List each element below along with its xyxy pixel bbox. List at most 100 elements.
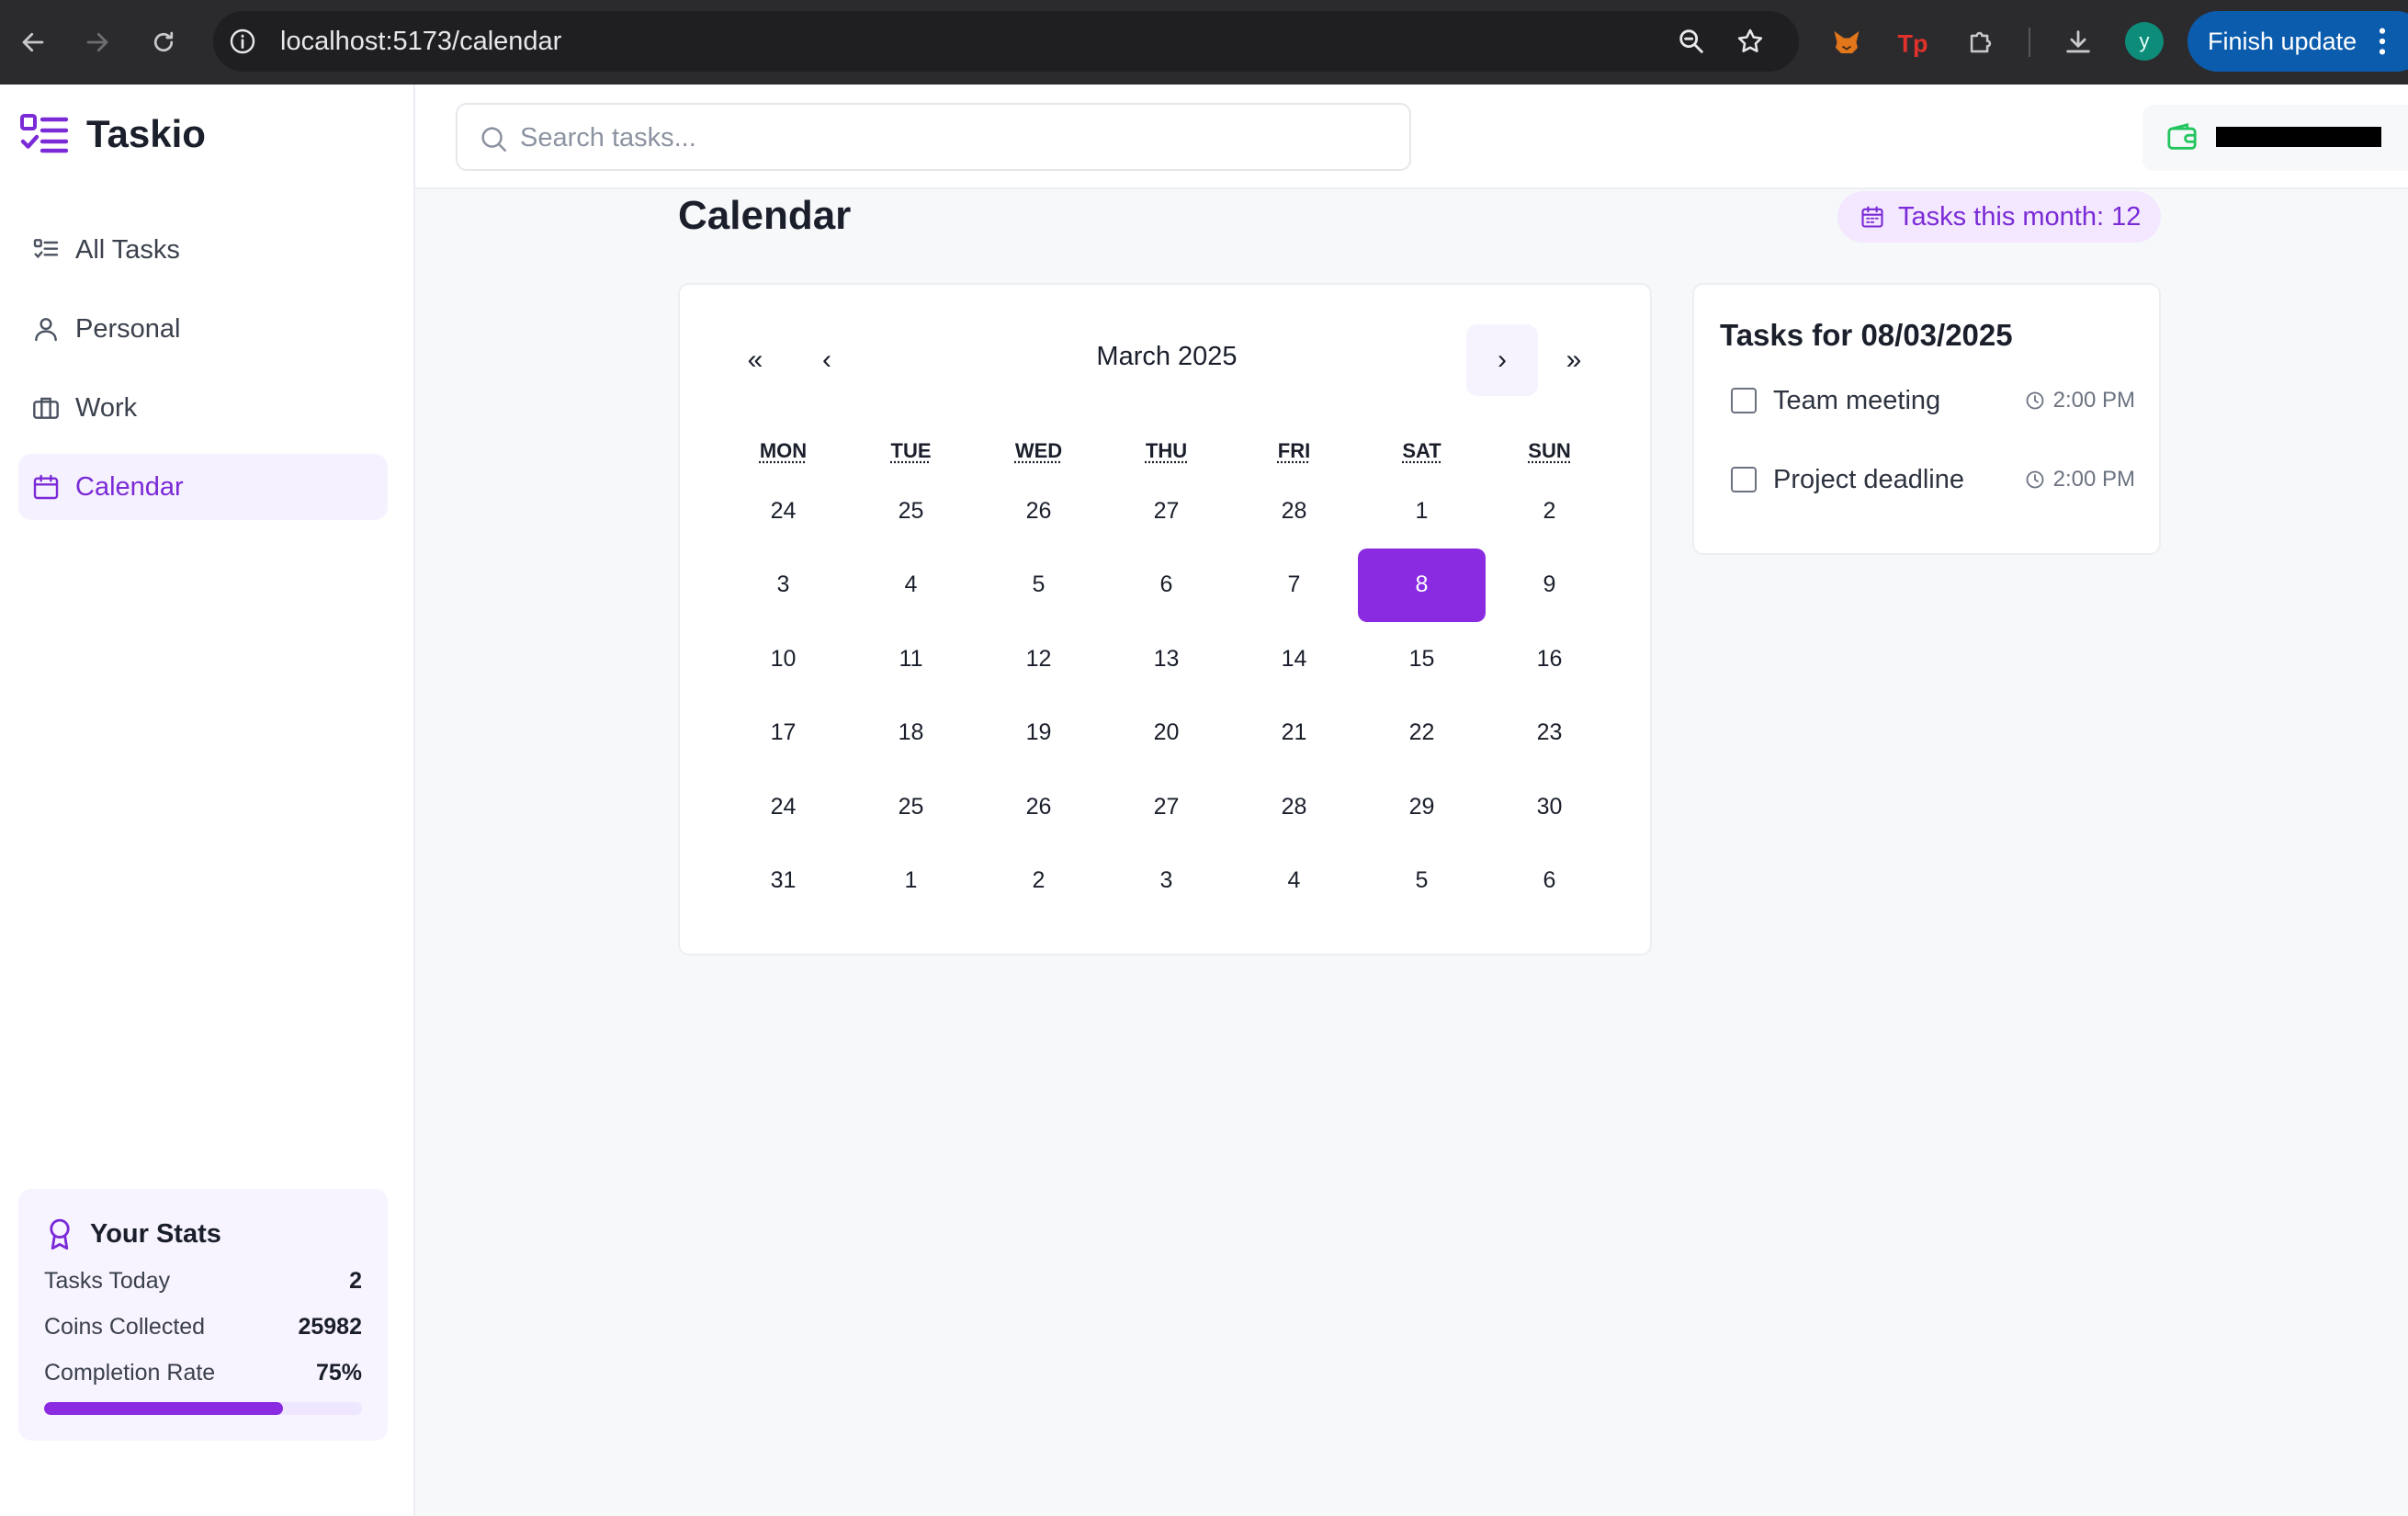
calendar-day[interactable]: 21: [1230, 696, 1358, 770]
app-logo[interactable]: Taskio: [20, 112, 206, 156]
calendar-day-selected[interactable]: 8: [1358, 548, 1486, 622]
stat-value: 25982: [298, 1314, 362, 1340]
sidebar-item-personal[interactable]: Personal: [18, 296, 388, 362]
next-month-button[interactable]: ›: [1466, 324, 1538, 396]
downloads-icon[interactable]: [2056, 20, 2100, 64]
calendar-day[interactable]: 23: [1486, 696, 1613, 770]
bookmark-star-icon[interactable]: [1735, 26, 1766, 57]
weekday-label: SAT: [1402, 439, 1441, 462]
calendar-day[interactable]: 18: [847, 696, 975, 770]
calendar-day[interactable]: 24: [719, 474, 847, 548]
sidebar-item-label: Personal: [75, 313, 181, 344]
page-title: Calendar: [678, 193, 852, 238]
svg-text:Tp: Tp: [1898, 30, 1928, 58]
calendar-day[interactable]: 27: [1102, 474, 1230, 548]
clock-icon: [2026, 470, 2044, 489]
calendar-day[interactable]: 16: [1486, 622, 1613, 696]
stat-completion-rate: Completion Rate 75%: [44, 1360, 362, 1386]
list-checks-icon: [33, 239, 59, 259]
sidebar-item-calendar[interactable]: Calendar: [18, 454, 388, 520]
calendar-day[interactable]: 30: [1486, 770, 1613, 843]
stat-tasks-today: Tasks Today 2: [44, 1268, 362, 1295]
weekday-label: SUN: [1528, 439, 1571, 462]
puzzle-extensions-icon[interactable]: [1959, 20, 2003, 64]
calendar-day[interactable]: 13: [1102, 622, 1230, 696]
back-button[interactable]: [13, 22, 53, 62]
calendar-day[interactable]: 29: [1358, 770, 1486, 843]
zoom-icon[interactable]: [1676, 26, 1707, 57]
arrow-left-icon: [22, 32, 44, 52]
user-icon: [35, 318, 57, 342]
address-bar[interactable]: localhost:5173/calendar: [213, 11, 1799, 72]
calendar-day[interactable]: 20: [1102, 696, 1230, 770]
calendar-day[interactable]: 27: [1102, 770, 1230, 843]
search-box[interactable]: [456, 103, 1411, 171]
calendar-day[interactable]: 14: [1230, 622, 1358, 696]
finish-update-button[interactable]: Finish update: [2188, 11, 2408, 72]
task-item[interactable]: Project deadline 2:00 PM: [1731, 459, 2135, 500]
task-time-text: 2:00 PM: [2052, 467, 2135, 492]
calendar-day[interactable]: 5: [975, 549, 1102, 622]
weekday-label: MON: [759, 439, 808, 462]
calendar-day[interactable]: 26: [975, 474, 1102, 548]
finish-update-label: Finish update: [2208, 27, 2357, 55]
calendar-day[interactable]: 11: [847, 622, 975, 696]
calendar-day[interactable]: 3: [1102, 844, 1230, 918]
task-checkbox[interactable]: [1731, 467, 1757, 492]
task-item[interactable]: Team meeting 2:00 PM: [1731, 380, 2135, 421]
calendar-day[interactable]: 4: [847, 549, 975, 622]
calendar-day[interactable]: 26: [975, 770, 1102, 843]
calendar-day[interactable]: 7: [1230, 549, 1358, 622]
calendar-day[interactable]: 4: [1230, 844, 1358, 918]
calendar-day[interactable]: 25: [847, 770, 975, 843]
task-checkbox[interactable]: [1731, 388, 1757, 413]
toolbar-divider: [2029, 28, 2030, 57]
url-text: localhost:5173/calendar: [280, 26, 562, 56]
taskio-logo-icon: [20, 114, 68, 153]
sidebar-item-label: All Tasks: [75, 234, 180, 265]
tp-extension-icon[interactable]: Tp: [1891, 20, 1935, 64]
calendar-day[interactable]: 1: [1358, 474, 1486, 548]
sidebar-item-all-tasks[interactable]: All Tasks: [18, 217, 388, 283]
calendar-day[interactable]: 2: [1486, 474, 1613, 548]
sidebar-item-label: Calendar: [75, 471, 184, 502]
search-input[interactable]: [520, 118, 1384, 158]
wallet-balance[interactable]: [2142, 105, 2408, 171]
sidebar-item-work[interactable]: Work: [18, 375, 388, 441]
clock-icon: [2026, 391, 2044, 410]
calendar-day[interactable]: 17: [719, 696, 847, 770]
reload-button[interactable]: [143, 22, 184, 62]
calendar-day[interactable]: 19: [975, 696, 1102, 770]
briefcase-icon: [33, 397, 59, 419]
tasks-this-month-badge: Tasks this month: 12: [1837, 191, 2161, 243]
calendar-day[interactable]: 3: [719, 549, 847, 622]
calendar-day[interactable]: 28: [1230, 474, 1358, 548]
calendar-day[interactable]: 24: [719, 770, 847, 843]
calendar-day[interactable]: 6: [1102, 549, 1230, 622]
stat-value: 2: [349, 1268, 362, 1294]
calendar-day[interactable]: 22: [1358, 696, 1486, 770]
profile-avatar[interactable]: y: [2125, 22, 2164, 61]
calendar-day[interactable]: 31: [719, 844, 847, 918]
weekday-label: WED: [1014, 439, 1063, 462]
completion-progress-fill: [44, 1402, 283, 1415]
calendar-day[interactable]: 5: [1358, 844, 1486, 918]
calendar-day[interactable]: 6: [1486, 844, 1613, 918]
calendar-day[interactable]: 12: [975, 622, 1102, 696]
calendar-day[interactable]: 15: [1358, 622, 1486, 696]
forward-button[interactable]: [77, 22, 118, 62]
calendar-day[interactable]: 1: [847, 844, 975, 918]
site-info-icon[interactable]: [228, 27, 257, 56]
calendar-day[interactable]: 2: [975, 844, 1102, 918]
fox-extension-icon[interactable]: [1825, 20, 1869, 64]
calendar-day[interactable]: 25: [847, 474, 975, 548]
tasks-for-day-panel: Tasks for 08/03/2025 Team meeting 2:00 P…: [1692, 283, 2161, 555]
calendar-day[interactable]: 10: [719, 622, 847, 696]
search-icon: [481, 127, 507, 153]
calendar-day[interactable]: 28: [1230, 770, 1358, 843]
calendar-day[interactable]: 9: [1486, 549, 1613, 622]
next-year-button[interactable]: »: [1538, 324, 1610, 396]
browser-toolbar: localhost:5173/calendar Tp y Finish upda…: [0, 0, 2408, 85]
calendar-icon: [33, 474, 59, 500]
more-vert-icon[interactable]: [2377, 26, 2388, 57]
